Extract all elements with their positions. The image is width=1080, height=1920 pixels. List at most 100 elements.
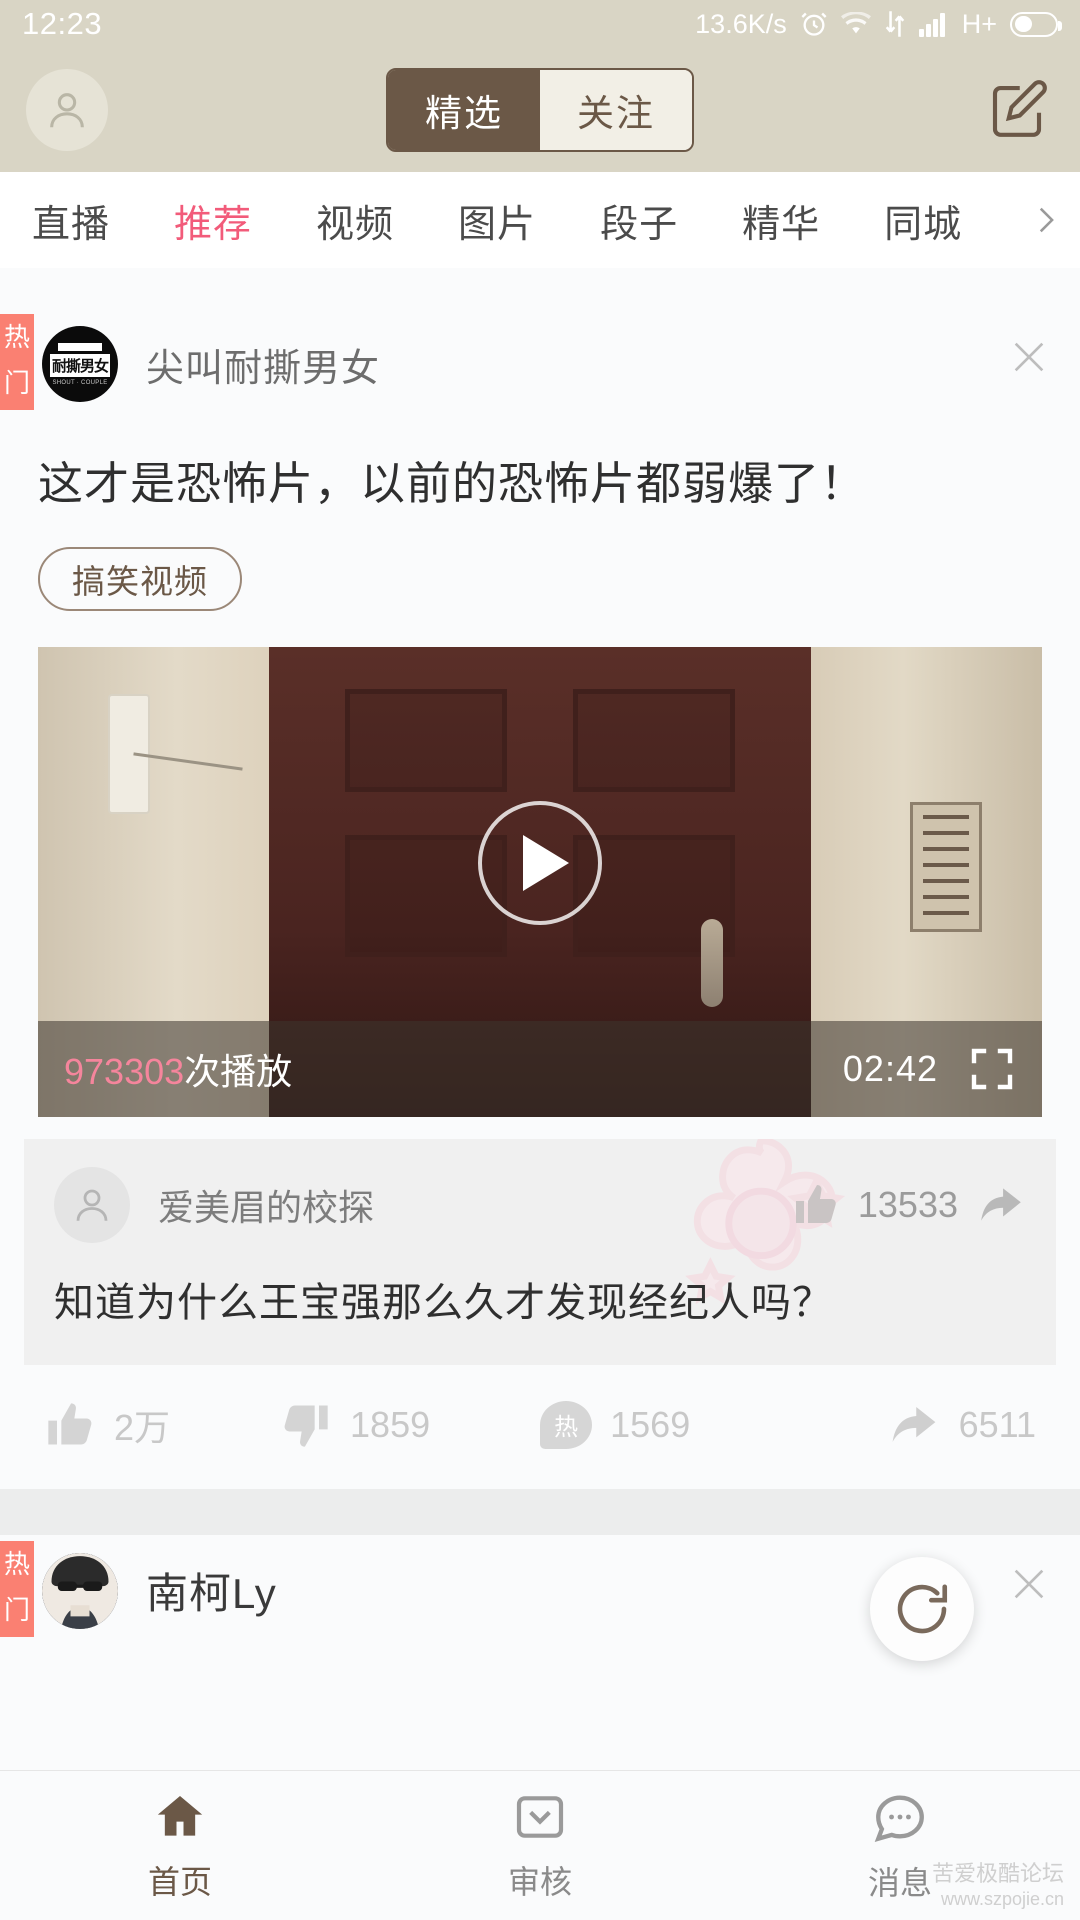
network-type-label: H+ — [961, 8, 997, 39]
post-author-row[interactable]: 热 门 耐撕男女 SHOUT · COUPLE 尖叫耐撕男女 — [0, 308, 1080, 420]
post-tag-chip[interactable]: 搞笑视频 — [38, 546, 242, 611]
wall-frame — [909, 801, 982, 932]
video-play-button[interactable] — [478, 800, 602, 925]
video-play-count: 973303次播放 — [64, 1043, 292, 1095]
chevron-right-icon — [1039, 207, 1054, 233]
bottom-navigation: 首页 审核 消息 苦爱极酷论坛 www.szpojie.cn — [0, 1770, 1080, 1920]
post-video[interactable]: 973303次播放 02:42 — [38, 646, 1042, 1117]
action-like[interactable]: 2万 — [44, 1399, 170, 1451]
nav-item-review[interactable]: 审核 — [360, 1789, 720, 1903]
nav-item-messages[interactable]: 消息 — [720, 1788, 1080, 1904]
hot-badge: 热 门 — [0, 314, 34, 410]
feed-divider — [0, 1488, 1080, 1505]
user-avatar-icon — [50, 93, 84, 128]
top-comment[interactable]: 爱美眉的校探 13533 知道为什么王宝强那么久才发现经纪人吗？ — [24, 1138, 1056, 1365]
tab-more-button[interactable] — [994, 172, 1080, 268]
tab-jinghua[interactable]: 精华 — [710, 193, 852, 248]
nav-label-messages: 消息 — [867, 1864, 932, 1901]
category-tab-bar[interactable]: 直播 推荐 视频 图片 段子 精华 同城 — [0, 172, 1080, 268]
status-icons: 13.6K/s H+ — [695, 8, 1062, 40]
comment-like-count: 13533 — [857, 1183, 958, 1225]
status-time: 12:23 — [22, 6, 103, 41]
door-handle — [700, 919, 723, 1008]
post-2-author-row[interactable]: 热 门 南柯Ly — [0, 1535, 1080, 1647]
home-icon — [157, 1795, 203, 1836]
nav-item-home[interactable]: 首页 — [0, 1789, 360, 1903]
segment-featured[interactable]: 精选 — [388, 70, 540, 150]
tab-zhibo[interactable]: 直播 — [0, 193, 142, 248]
author-avatar[interactable]: 耐撕男女 SHOUT · COUPLE — [42, 326, 118, 402]
network-speed-label: 13.6K/s — [695, 8, 787, 39]
tab-tupian[interactable]: 图片 — [426, 193, 568, 248]
comment-actions: 13533 — [792, 1180, 1026, 1230]
video-duration: 02:42 — [842, 1047, 938, 1089]
thumbs-down-icon — [284, 1405, 328, 1447]
battery-icon — [1010, 11, 1062, 37]
compose-edit-icon — [992, 80, 1047, 137]
comment-avatar[interactable] — [54, 1166, 130, 1243]
category-tabs: 直播 推荐 视频 图片 段子 精华 同城 — [0, 193, 994, 248]
action-dislike[interactable]: 1859 — [280, 1399, 430, 1451]
hot-badge-char-2: 门 — [3, 368, 30, 398]
video-play-count-suffix: 次播放 — [184, 1050, 293, 1092]
hot-badge-char-2: 门 — [3, 1594, 30, 1625]
hot-badge-char-1: 热 — [3, 322, 30, 352]
thumbs-up-icon[interactable] — [792, 1181, 840, 1229]
post-2-author-name[interactable]: 南柯Ly — [146, 1560, 277, 1621]
avatar-brand-text: 耐撕男女 — [49, 353, 110, 377]
avatar-sub-text: SHOUT · COUPLE — [52, 379, 108, 386]
signal-icon — [918, 13, 945, 37]
like-count: 2万 — [114, 1406, 171, 1448]
play-button-icon — [523, 834, 569, 891]
door-panel-2 — [572, 689, 736, 793]
comment-count: 1569 — [610, 1403, 691, 1445]
share-count: 6511 — [958, 1403, 1036, 1445]
feed-post: 热 门 耐撕男女 SHOUT · COUPLE 尖叫耐撕男女 这才是恐怖片，以前… — [0, 308, 1080, 1489]
segment-following[interactable]: 关注 — [540, 70, 692, 150]
wifi-icon — [840, 12, 871, 34]
post-title[interactable]: 这才是恐怖片，以前的恐怖片都弱爆了！ — [0, 454, 1080, 515]
post-action-bar: 2万 1859 热 1569 6511 — [0, 1365, 1080, 1485]
avatar-top-bar — [58, 342, 102, 351]
video-bar-right: 02:42 — [843, 1045, 1016, 1093]
feed-mode-segment[interactable]: 精选 关注 — [386, 68, 694, 152]
comment-text[interactable]: 知道为什么王宝强那么久才发现经纪人吗？ — [54, 1275, 1026, 1331]
post-2-author-avatar[interactable] — [42, 1552, 118, 1629]
tab-tongcheng[interactable]: 同城 — [852, 193, 994, 248]
messages-icon — [874, 1794, 924, 1842]
thumbs-up-icon — [48, 1403, 92, 1445]
hot-badge-char-1: 热 — [3, 1548, 30, 1579]
feed-list: 热 门 耐撕男女 SHOUT · COUPLE 尖叫耐撕男女 这才是恐怖片，以前… — [0, 308, 1080, 1671]
tab-duanzi[interactable]: 段子 — [568, 193, 710, 248]
hot-comment-icon: 热 — [540, 1400, 593, 1449]
feed-post-2: 热 门 南柯Ly — [0, 1534, 1080, 1671]
nav-label-review: 审核 — [507, 1863, 572, 1900]
comment-header: 爱美眉的校探 13533 — [54, 1166, 1026, 1243]
data-transfer-icon — [885, 11, 904, 37]
status-bar: 12:23 13.6K/s H+ — [0, 0, 1080, 48]
door-panel-1 — [344, 689, 508, 793]
comment-author-name[interactable]: 爱美眉的校探 — [158, 1179, 374, 1231]
alarm-icon — [801, 12, 827, 36]
share-icon — [892, 1406, 935, 1442]
tab-tuijian[interactable]: 推荐 — [142, 193, 284, 248]
user-avatar-icon — [76, 1189, 108, 1221]
tab-shipin[interactable]: 视频 — [284, 193, 426, 248]
action-hot-comment[interactable]: 热 1569 — [540, 1400, 691, 1449]
video-info-bar: 973303次播放 02:42 — [38, 1020, 1042, 1117]
share-icon[interactable] — [976, 1180, 1026, 1230]
post-tag-row: 搞笑视频 — [0, 546, 1080, 611]
top-bar: 精选 关注 — [0, 48, 1080, 172]
action-share[interactable]: 6511 — [887, 1398, 1036, 1452]
dislike-count: 1859 — [350, 1403, 431, 1445]
video-play-count-number: 973303 — [64, 1050, 185, 1092]
app-root: 12:23 13.6K/s H+ 精选 关注 直播 推荐 视频 图片 段子 精华… — [0, 0, 1080, 1920]
hot-badge: 热 门 — [0, 1540, 34, 1637]
user-avatar-button[interactable] — [26, 69, 108, 151]
post-author-name[interactable]: 尖叫耐撕男女 — [146, 337, 380, 392]
nav-label-home: 首页 — [147, 1863, 212, 1900]
cartoon-face-icon — [42, 1552, 118, 1629]
review-inbox-icon — [516, 1795, 564, 1838]
fullscreen-icon[interactable] — [968, 1045, 1016, 1093]
compose-button[interactable] — [980, 73, 1054, 147]
